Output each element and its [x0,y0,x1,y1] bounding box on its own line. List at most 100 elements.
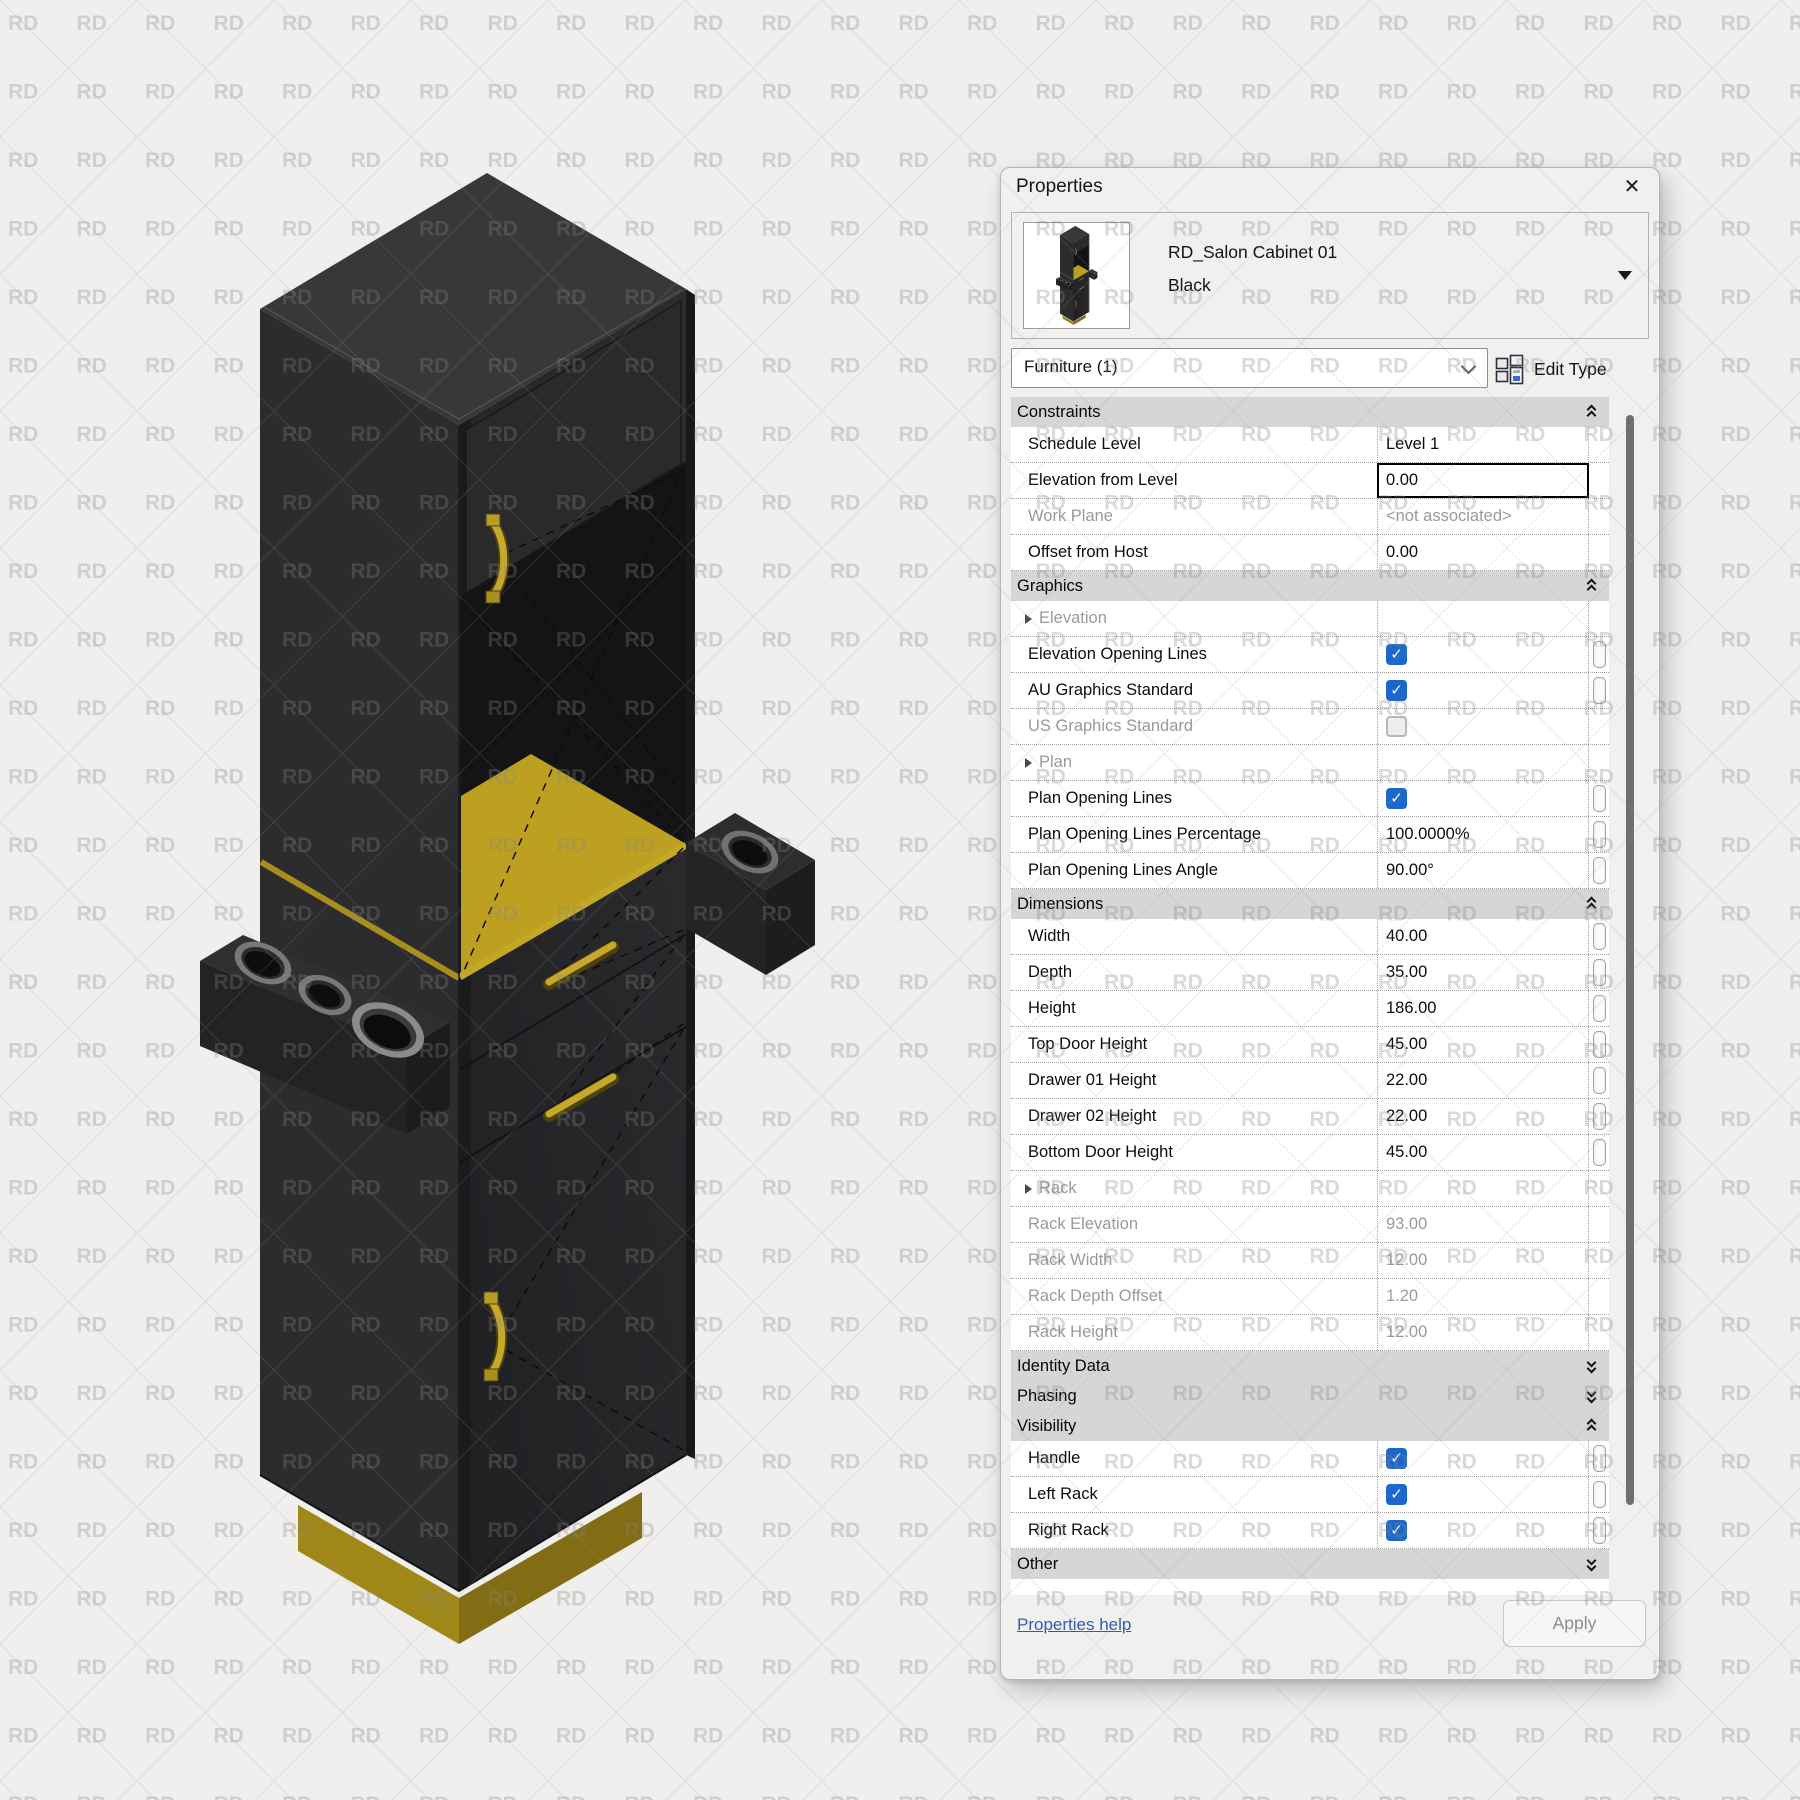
associate-param-button[interactable] [1593,1517,1606,1544]
associate-param-button[interactable] [1593,785,1606,812]
group-expand-arrow-icon[interactable] [1025,1184,1032,1194]
associate-param-column [1589,499,1609,534]
collapse-chevron-icon[interactable] [1586,405,1600,420]
associate-param-button[interactable] [1593,1103,1606,1130]
property-value-cell[interactable]: ✓ [1377,1477,1589,1512]
collapse-chevron-icon[interactable] [1586,1419,1600,1434]
checkbox-unchecked[interactable] [1386,716,1407,737]
section-label: Graphics [1017,577,1083,596]
section-header-graphics[interactable]: Graphics [1011,571,1609,601]
property-value-cell[interactable]: 0.00 [1377,463,1589,498]
property-value-cell[interactable]: 93.00 [1377,1207,1589,1242]
checkbox-checked[interactable]: ✓ [1386,1520,1407,1541]
properties-panel: Properties ✕ RD_Salon Cabinet 01 Black F… [1000,167,1660,1680]
expand-chevron-icon[interactable] [1586,1359,1600,1374]
checkbox-checked[interactable]: ✓ [1386,680,1407,701]
expand-chevron-icon[interactable] [1586,1389,1600,1404]
type-name: Black [1168,275,1211,296]
associate-param-button[interactable] [1593,923,1606,950]
property-value-cell[interactable]: 1.20 [1377,1279,1589,1314]
property-value-cell[interactable]: 45.00 [1377,1027,1589,1062]
associate-param-button[interactable] [1593,1445,1606,1472]
property-value: Level 1 [1386,435,1439,454]
property-row-right-rack: Right Rack ✓ [1011,1513,1609,1549]
property-value-cell[interactable]: 35.00 [1377,955,1589,990]
property-label: Handle [1028,1449,1080,1468]
associate-param-button[interactable] [1593,1481,1606,1508]
section-header-visibility[interactable]: Visibility [1011,1411,1609,1441]
property-value-cell[interactable]: 45.00 [1377,1135,1589,1170]
edit-type-button[interactable]: Edit Type [1495,349,1655,389]
checkbox-checked[interactable]: ✓ [1386,788,1407,809]
type-selector[interactable]: RD_Salon Cabinet 01 Black [1011,212,1649,339]
property-value-cell[interactable]: ✓ [1377,1513,1589,1548]
associate-param-column [1589,601,1609,636]
property-value: 22.00 [1386,1107,1427,1126]
property-label-cell: US Graphics Standard [1011,709,1377,744]
property-label-cell: Plan Opening Lines Percentage [1011,817,1377,852]
screenshot-canvas: Properties ✕ RD_Salon Cabinet 01 Black F… [0,0,1800,1800]
property-row-offset-from-host: Offset from Host0.00 [1011,535,1609,571]
associate-param-column [1589,955,1609,990]
property-value-cell[interactable] [1377,709,1589,744]
section-header-other[interactable]: Other [1011,1549,1609,1579]
section-header-identity-data[interactable]: Identity Data [1011,1351,1609,1381]
section-header-phasing[interactable]: Phasing [1011,1381,1609,1411]
associate-param-button[interactable] [1593,959,1606,986]
expand-chevron-icon[interactable] [1586,1557,1600,1572]
associate-param-button[interactable] [1593,677,1606,704]
property-value-cell[interactable]: ✓ [1377,781,1589,816]
checkbox-checked[interactable]: ✓ [1386,1448,1407,1469]
filter-select[interactable]: Furniture (1) [1011,348,1488,388]
collapse-chevron-icon[interactable] [1586,579,1600,594]
property-label-cell: Rack Height [1011,1315,1377,1350]
property-value-cell[interactable]: 22.00 [1377,1063,1589,1098]
cabinet-3d-viewport[interactable] [0,0,1000,1800]
property-value-cell[interactable]: Level 1 [1377,427,1589,462]
section-label: Other [1017,1555,1058,1574]
checkbox-checked[interactable]: ✓ [1386,644,1407,665]
property-value-cell[interactable]: 12.00 [1377,1315,1589,1350]
property-value-cell[interactable]: 186.00 [1377,991,1589,1026]
associate-param-column [1589,1063,1609,1098]
property-value-cell[interactable]: <not associated> [1377,499,1589,534]
associate-param-button[interactable] [1593,1067,1606,1094]
property-value-cell[interactable]: 100.0000% [1377,817,1589,852]
property-row-schedule-level: Schedule LevelLevel 1 [1011,427,1609,463]
close-icon[interactable]: ✕ [1619,174,1645,200]
property-value-cell[interactable]: ✓ [1377,637,1589,672]
associate-param-button[interactable] [1593,857,1606,884]
section-label: Dimensions [1017,895,1103,914]
property-value: 186.00 [1386,999,1436,1018]
checkbox-checked[interactable]: ✓ [1386,1484,1407,1505]
group-expand-arrow-icon[interactable] [1025,758,1032,768]
associate-param-button[interactable] [1593,641,1606,668]
property-label-cell: Width [1011,919,1377,954]
group-expand-arrow-icon[interactable] [1025,614,1032,624]
section-header-constraints[interactable]: Constraints [1011,397,1609,427]
apply-button[interactable]: Apply [1503,1600,1646,1647]
collapse-chevron-icon[interactable] [1586,897,1600,912]
property-value: 0.00 [1386,471,1418,490]
property-value-cell[interactable]: 22.00 [1377,1099,1589,1134]
type-dropdown-icon[interactable] [1618,271,1632,280]
property-value-cell[interactable]: 12.00 [1377,1243,1589,1278]
associate-param-button[interactable] [1593,821,1606,848]
associate-param-column [1589,637,1609,672]
associate-param-button[interactable] [1593,1139,1606,1166]
property-value-cell[interactable]: 90.00° [1377,853,1589,888]
property-value-cell[interactable]: ✓ [1377,673,1589,708]
property-row-width: Width40.00 [1011,919,1609,955]
property-label: Right Rack [1028,1521,1109,1540]
scrollbar-thumb[interactable] [1626,415,1634,1505]
property-row-rack-width: Rack Width12.00 [1011,1243,1609,1279]
property-value-cell[interactable]: 0.00 [1377,535,1589,570]
associate-param-button[interactable] [1593,1031,1606,1058]
associate-param-button[interactable] [1593,995,1606,1022]
property-value-cell[interactable]: 40.00 [1377,919,1589,954]
section-header-dimensions[interactable]: Dimensions [1011,889,1609,919]
properties-help-link[interactable]: Properties help [1017,1615,1131,1635]
property-label: Plan Opening Lines Percentage [1028,825,1261,844]
associate-param-column [1589,991,1609,1026]
property-value-cell[interactable]: ✓ [1377,1441,1589,1476]
